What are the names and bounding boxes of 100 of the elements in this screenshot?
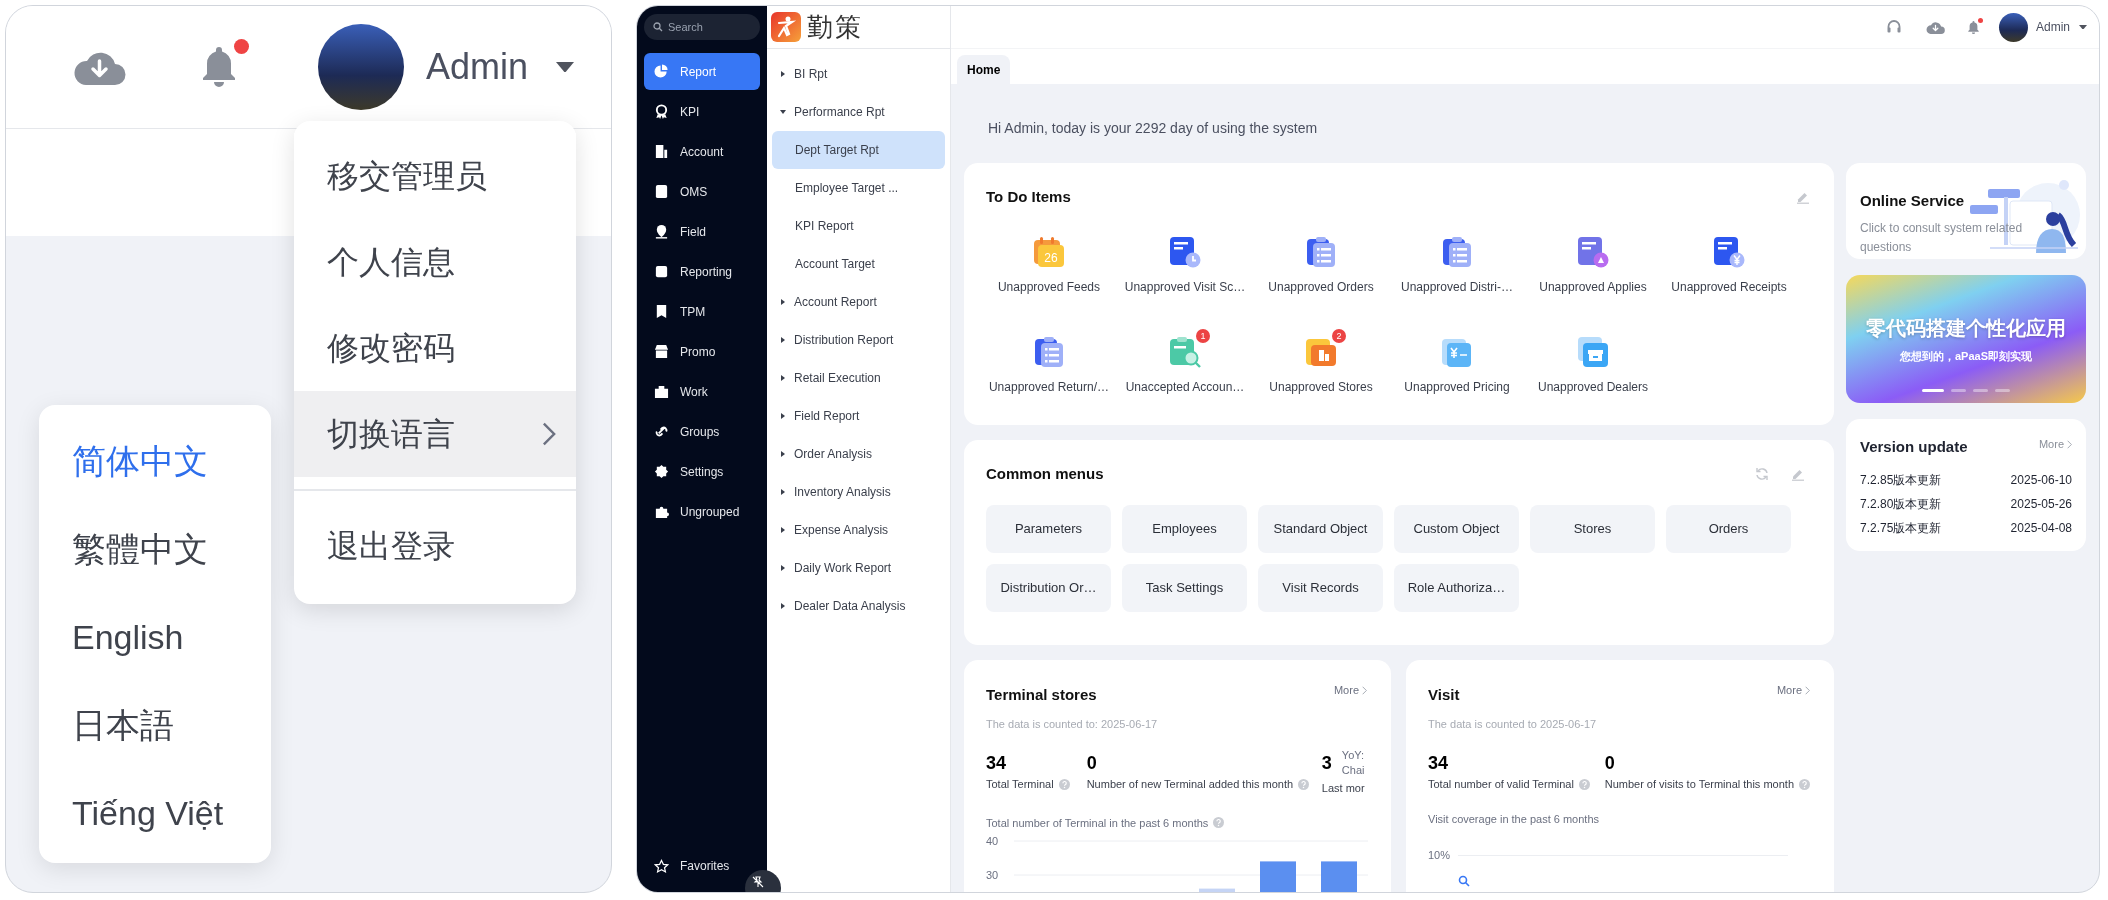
nav-item[interactable]: OMS: [644, 173, 760, 210]
nav-item[interactable]: Ungrouped: [644, 493, 760, 530]
carousel-indicator[interactable]: [1973, 388, 1988, 392]
nav-item[interactable]: Field: [644, 213, 760, 250]
shortcut-button[interactable]: Visit Records: [1258, 564, 1383, 612]
caret-down-icon[interactable]: [2079, 24, 2087, 30]
menu-item[interactable]: 切换语言: [294, 391, 576, 477]
submenu-item[interactable]: Employee Target ...: [772, 169, 945, 207]
user-name[interactable]: Admin: [426, 40, 529, 94]
nav-item[interactable]: Reporting: [644, 253, 760, 290]
logo-icon: [771, 12, 801, 42]
language-option[interactable]: 繁體中文: [39, 505, 271, 593]
headset-icon[interactable]: [1886, 19, 1902, 35]
version-link[interactable]: 7.2.85版本更新: [1860, 470, 1942, 489]
nav-item[interactable]: KPI: [644, 93, 760, 130]
edit-icon[interactable]: [1791, 467, 1805, 481]
todo-item[interactable]: Unapproved Return/…: [981, 328, 1117, 396]
stat-label: Last mor: [1321, 781, 1365, 796]
caret-down-icon[interactable]: [556, 61, 575, 73]
shortcut-button[interactable]: Custom Object: [1394, 505, 1519, 553]
refresh-icon[interactable]: [1755, 467, 1769, 481]
shortcut-button[interactable]: Distribution Or…: [986, 564, 1111, 612]
todo-item[interactable]: 2 Unapproved Stores: [1253, 328, 1389, 396]
nav-item[interactable]: Work: [644, 373, 760, 410]
shortcut-button[interactable]: Standard Object: [1258, 505, 1383, 553]
shortcut-button[interactable]: Task Settings: [1122, 564, 1247, 612]
briefcase-icon: [654, 384, 669, 399]
stat-value: 3: [1321, 752, 1332, 774]
menu-item[interactable]: 退出登录: [294, 503, 576, 589]
menu-group[interactable]: Account Report: [772, 283, 945, 321]
nav-item[interactable]: Account: [644, 133, 760, 170]
menu-group[interactable]: Retail Execution: [772, 359, 945, 397]
menu-group[interactable]: Field Report: [772, 397, 945, 435]
nav-item[interactable]: Report: [644, 53, 760, 90]
tab[interactable]: Home: [957, 55, 1011, 84]
shortcut-button[interactable]: Role Authoriza…: [1394, 564, 1519, 612]
nav-item[interactable]: Groups: [644, 413, 760, 450]
todo-item[interactable]: 1 Unaccepted Accoun…: [1117, 328, 1253, 396]
carousel-indicator[interactable]: [1951, 388, 1966, 392]
caret-right-icon: [780, 71, 786, 77]
shortcut-button[interactable]: Parameters: [986, 505, 1111, 553]
nav-item[interactable]: Settings: [644, 453, 760, 490]
todo-item[interactable]: Unapproved Receipts: [1661, 228, 1797, 296]
todo-item[interactable]: Unapproved Orders: [1253, 228, 1389, 296]
menu-item[interactable]: 个人信息: [294, 219, 576, 305]
medal-icon: [654, 104, 669, 119]
nav-item[interactable]: TPM: [644, 293, 760, 330]
menu-group[interactable]: Expense Analysis: [772, 511, 945, 549]
language-option[interactable]: English: [39, 593, 271, 681]
clipboard-list-icon: [1441, 236, 1473, 268]
logo-text: 勤策: [807, 10, 863, 44]
carousel-indicator[interactable]: [1995, 388, 2010, 392]
stat-note: YoY:: [1341, 748, 1365, 763]
data-date: The data is counted to 2025-06-17: [1428, 716, 1598, 732]
version-link[interactable]: 7.2.80版本更新: [1860, 494, 1942, 513]
caret-right-icon: [780, 299, 786, 305]
todo-item[interactable]: Unapproved Dealers: [1525, 328, 1661, 396]
menu-group[interactable]: Performance Rpt: [772, 93, 945, 131]
shortcut-button[interactable]: Stores: [1530, 505, 1655, 553]
submenu-item[interactable]: KPI Report: [772, 207, 945, 245]
carousel-indicator[interactable]: [1922, 388, 1944, 392]
todo-item[interactable]: Unapproved Pricing: [1389, 328, 1525, 396]
todo-item[interactable]: Unapproved Visit Sc…: [1117, 228, 1253, 296]
card-title: To Do Items: [986, 186, 1071, 207]
nav-item[interactable]: Promo: [644, 333, 760, 370]
caret-right-icon: [780, 413, 786, 419]
menu-group[interactable]: Daily Work Report: [772, 549, 945, 587]
user-name[interactable]: Admin: [2036, 18, 2070, 36]
menu-group[interactable]: Distribution Report: [772, 321, 945, 359]
version-link[interactable]: 7.2.75版本更新: [1860, 518, 1942, 537]
todo-item[interactable]: Unapproved Applies: [1525, 228, 1661, 296]
menu-group[interactable]: Order Analysis: [772, 435, 945, 473]
chevron-right-icon: [1805, 685, 1810, 695]
menu-group[interactable]: Dealer Data Analysis: [772, 587, 945, 625]
menu-group[interactable]: Inventory Analysis: [772, 473, 945, 511]
todo-item[interactable]: Unapproved Distri-…: [1389, 228, 1525, 296]
chevron-right-icon: [1362, 685, 1367, 695]
menu-group[interactable]: BI Rpt: [772, 55, 945, 93]
favorites-item[interactable]: Favorites: [644, 848, 760, 884]
menu-item[interactable]: 修改密码: [294, 305, 576, 391]
todo-item[interactable]: 26 Unapproved Feeds: [981, 228, 1117, 296]
online-service-card[interactable]: Online Service Click to consult system related questions: [1846, 163, 2086, 259]
shortcut-button[interactable]: Orders: [1666, 505, 1791, 553]
folder-building-icon: [1305, 336, 1337, 368]
search-field[interactable]: Search: [644, 14, 760, 40]
edit-icon[interactable]: [1796, 190, 1810, 204]
submenu-item[interactable]: Account Target: [772, 245, 945, 283]
submenu-item[interactable]: Dept Target Rpt: [772, 131, 945, 169]
shortcut-button[interactable]: Employees: [1122, 505, 1247, 553]
bell-icon[interactable]: [1967, 19, 1980, 35]
avatar-photo-placeholder[interactable]: [1999, 12, 2028, 42]
language-option[interactable]: 日本語: [39, 681, 271, 769]
language-option[interactable]: Tiếng Việt: [39, 769, 271, 857]
more-link[interactable]: More: [1776, 682, 1810, 699]
card-title: Common menus: [986, 463, 1105, 484]
language-option[interactable]: 简体中文: [39, 417, 271, 505]
cloud-download-icon[interactable]: [1926, 19, 1945, 35]
menu-item[interactable]: 移交管理员: [294, 133, 576, 219]
more-link[interactable]: More: [1333, 682, 1367, 699]
chevron-right-icon: [2067, 439, 2072, 449]
